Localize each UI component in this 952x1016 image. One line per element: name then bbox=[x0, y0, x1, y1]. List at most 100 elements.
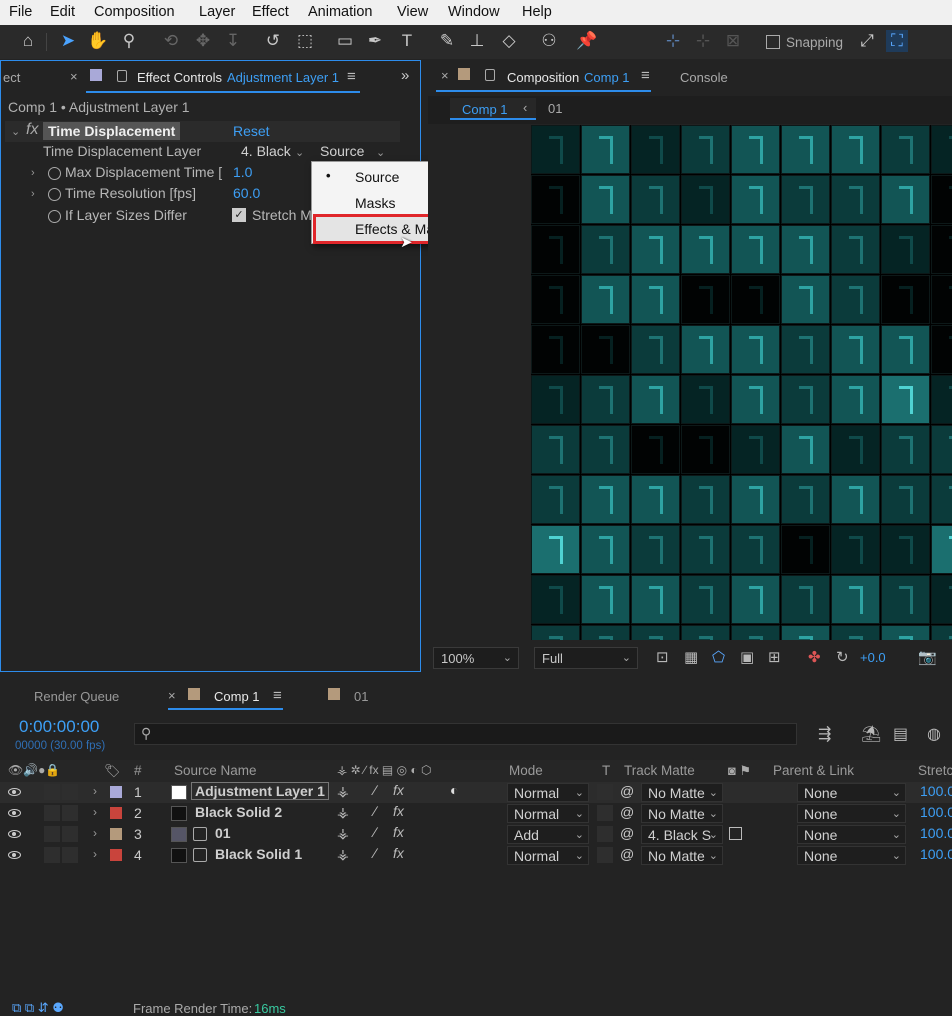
track-matte-select[interactable]: No Matte ⌄ bbox=[641, 783, 723, 802]
audio-toggle[interactable] bbox=[44, 826, 60, 842]
fx-icon[interactable]: fx bbox=[393, 803, 404, 819]
menu-view[interactable]: View bbox=[397, 4, 428, 20]
layer-name[interactable]: Black Solid 1 bbox=[215, 846, 302, 862]
shy-icon[interactable]: ⚶ bbox=[337, 804, 349, 821]
hand-tool-icon[interactable]: ✋ bbox=[87, 30, 109, 52]
menu-file[interactable]: File bbox=[9, 4, 32, 20]
shy-icon[interactable]: ⚶ bbox=[337, 846, 349, 863]
fx-icon[interactable]: fx bbox=[393, 824, 404, 840]
layer-row[interactable]: › 3 01 ⚶ ∕ fx Add ⌄ @4. Black S ⌄ None ⌄ 100.0 bbox=[0, 824, 952, 845]
menu-composition[interactable]: Composition bbox=[94, 4, 175, 20]
reset-button[interactable]: Reset bbox=[233, 123, 270, 139]
selection-tool-icon[interactable]: ➤ bbox=[57, 30, 79, 52]
mode-select[interactable]: Normal ⌄ bbox=[507, 783, 589, 802]
pickwhip-icon[interactable]: @ bbox=[620, 846, 634, 862]
effect-name[interactable]: Time Displacement bbox=[43, 122, 181, 140]
timeline-footer-icons[interactable]: ⧉ ⧉ ⇵ ⚉ bbox=[12, 1000, 64, 1016]
time-resolution-value[interactable]: 60.0 bbox=[233, 185, 260, 201]
pen-tool-icon[interactable]: ✒ bbox=[364, 30, 386, 52]
fx-icon[interactable]: fx bbox=[26, 121, 38, 139]
visibility-eye-icon[interactable] bbox=[8, 788, 21, 796]
adjustment-layer-icon[interactable]: ◐ bbox=[450, 782, 458, 798]
solo-toggle[interactable] bbox=[62, 784, 78, 800]
brush-tool-icon[interactable]: ✎ bbox=[436, 30, 458, 52]
preserve-transparency-toggle[interactable] bbox=[597, 784, 613, 800]
close-tab-icon[interactable]: × bbox=[168, 688, 176, 703]
fx-icon[interactable]: fx bbox=[393, 845, 404, 861]
shy-icon[interactable]: ⚶ bbox=[337, 783, 349, 800]
exposure-value[interactable]: +0.0 bbox=[860, 650, 886, 665]
timeline-other-tab[interactable]: 01 bbox=[354, 689, 368, 704]
mode-select[interactable]: Normal ⌄ bbox=[507, 804, 589, 823]
stretch-value[interactable]: 100.0 bbox=[920, 846, 952, 862]
visibility-eye-icon[interactable] bbox=[8, 851, 21, 859]
visibility-eye-icon[interactable] bbox=[8, 809, 21, 817]
solo-toggle[interactable] bbox=[62, 805, 78, 821]
quality-slash-icon[interactable]: ∕ bbox=[374, 824, 376, 840]
stopwatch-icon[interactable] bbox=[48, 167, 61, 180]
composition-tab[interactable]: Composition bbox=[507, 70, 579, 85]
lock-icon[interactable] bbox=[117, 70, 127, 82]
guides-icon[interactable]: ⊞ bbox=[768, 648, 781, 666]
menu-layer[interactable]: Layer bbox=[199, 4, 235, 20]
parent-select[interactable]: None ⌄ bbox=[797, 825, 906, 844]
region-of-interest-icon[interactable]: ▣ bbox=[740, 648, 754, 666]
parent-select[interactable]: None ⌄ bbox=[797, 846, 906, 865]
displacement-layer-select[interactable]: 4. Black bbox=[241, 143, 291, 159]
transparency-grid-icon[interactable]: ▦ bbox=[684, 648, 698, 666]
max-displacement-value[interactable]: 1.0 bbox=[233, 164, 252, 180]
close-tab-icon[interactable]: × bbox=[70, 69, 78, 84]
align-local-icon[interactable]: ⊹ bbox=[662, 30, 684, 52]
track-matte-select[interactable]: 4. Black S ⌄ bbox=[641, 825, 723, 844]
stretch-value[interactable]: 100.0 bbox=[920, 804, 952, 820]
type-tool-icon[interactable]: T bbox=[396, 30, 418, 52]
parent-select[interactable]: None ⌄ bbox=[797, 783, 906, 802]
panel-menu-icon[interactable]: ≡ bbox=[273, 687, 282, 704]
layer-row[interactable]: › 2 Black Solid 2 ⚶ ∕ fx Normal ⌄ @ No Matte ⌄ None… bbox=[0, 803, 952, 824]
comp-nav-label[interactable]: Comp 1 bbox=[462, 102, 508, 117]
composition-flowchart-icon[interactable]: ⇶ bbox=[818, 724, 831, 744]
stretch-checkbox[interactable]: ✓ bbox=[232, 208, 246, 222]
zoom-select[interactable]: 100% ⌄ bbox=[433, 647, 519, 669]
menu-effect[interactable]: Effect bbox=[252, 4, 289, 20]
eraser-tool-icon[interactable]: ◇ bbox=[498, 30, 520, 52]
pan-behind-icon[interactable]: ⬚ bbox=[294, 30, 316, 52]
quality-slash-icon[interactable]: ∕ bbox=[374, 845, 376, 861]
zoom-tool-icon[interactable]: ⚲ bbox=[118, 30, 140, 52]
audio-toggle[interactable] bbox=[44, 847, 60, 863]
layer-name[interactable]: Black Solid 2 bbox=[195, 804, 282, 820]
preserve-transparency-toggle[interactable] bbox=[597, 805, 613, 821]
shy-icon[interactable]: ⚶ bbox=[337, 825, 349, 842]
track-matte-select[interactable]: No Matte ⌄ bbox=[641, 846, 723, 865]
more-tabs-icon[interactable]: » bbox=[401, 67, 409, 84]
orbit-camera-icon[interactable]: ⟲ bbox=[160, 30, 182, 52]
channel-icon[interactable]: ✤ bbox=[808, 648, 821, 666]
layer-row[interactable]: › 4 Black Solid 1 ⚶ ∕ fx Normal ⌄ @ No Matte ⌄ None… bbox=[0, 845, 952, 866]
quality-slash-icon[interactable]: ∕ bbox=[374, 803, 376, 819]
layer-row[interactable]: › 1 Adjustment Layer 1 ⚶ ∕ fx ◐ Normal ⌄ @ No Matt… bbox=[0, 782, 952, 803]
fast-preview-icon[interactable]: ⊡ bbox=[656, 648, 669, 666]
stopwatch-icon[interactable] bbox=[48, 188, 61, 201]
pan-camera-icon[interactable]: ✥ bbox=[192, 30, 214, 52]
audio-toggle[interactable] bbox=[44, 784, 60, 800]
menu-window[interactable]: Window bbox=[448, 4, 500, 20]
solo-toggle[interactable] bbox=[62, 847, 78, 863]
effect-controls-tab[interactable]: Effect Controls bbox=[137, 70, 222, 85]
layer-source-select[interactable]: Source bbox=[320, 143, 364, 159]
label-color-swatch[interactable] bbox=[110, 828, 122, 840]
label-color-swatch[interactable] bbox=[110, 849, 122, 861]
menu-edit[interactable]: Edit bbox=[50, 4, 75, 20]
stopwatch-icon[interactable] bbox=[48, 210, 61, 223]
layer-name[interactable]: Adjustment Layer 1 bbox=[191, 782, 329, 800]
effect-collapse-icon[interactable]: ⌄ bbox=[11, 125, 20, 138]
motion-blur-icon[interactable]: ◍ bbox=[927, 724, 941, 744]
pickwhip-icon[interactable]: @ bbox=[620, 783, 634, 799]
console-tab[interactable]: Console bbox=[680, 70, 728, 85]
preserve-transparency-toggle[interactable] bbox=[597, 826, 613, 842]
panel-menu-icon[interactable]: ≡ bbox=[641, 67, 650, 84]
track-matte-select[interactable]: No Matte ⌄ bbox=[641, 804, 723, 823]
pickwhip-icon[interactable]: @ bbox=[620, 825, 634, 841]
close-tab-icon[interactable]: × bbox=[441, 68, 449, 83]
preserve-transparency-toggle[interactable] bbox=[597, 847, 613, 863]
panel-menu-icon[interactable]: ≡ bbox=[347, 68, 356, 85]
